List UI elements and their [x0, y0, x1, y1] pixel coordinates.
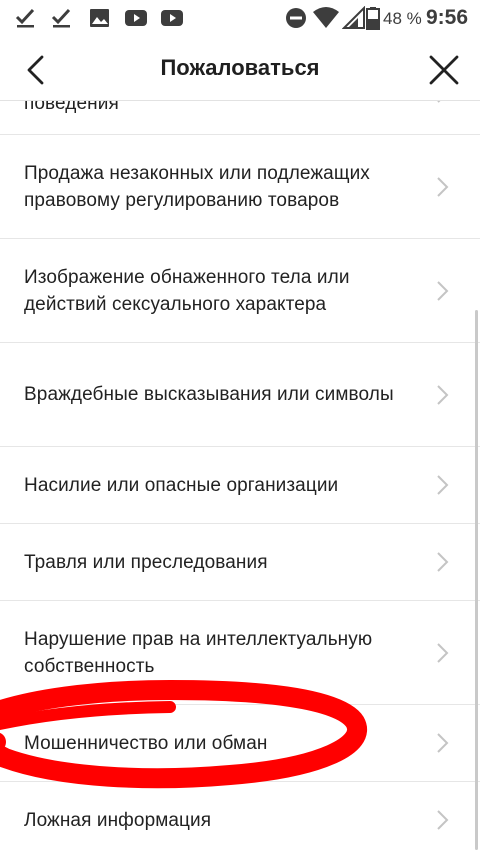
signal-icon	[342, 6, 365, 29]
chevron-right-icon	[437, 176, 449, 197]
close-button[interactable]	[424, 50, 464, 90]
list-item-label: Изображение обнаженного тела или действи…	[24, 266, 350, 315]
battery-icon	[366, 7, 380, 30]
app-header: Пожаловаться	[0, 38, 480, 101]
list-item[interactable]: поведения	[0, 101, 480, 135]
youtube-icon	[125, 10, 147, 26]
report-reasons-list: поведения Продажа незаконных или подлежа…	[0, 101, 480, 854]
chevron-right-icon	[437, 475, 449, 495]
scrollbar[interactable]	[475, 310, 478, 850]
chevron-right-icon	[437, 552, 449, 572]
chevron-right-icon	[437, 280, 449, 301]
list-item[interactable]: Продажа незаконных или подлежащих правов…	[0, 135, 480, 239]
chevron-right-icon	[437, 733, 449, 753]
chevron-right-icon	[437, 642, 449, 663]
check-done-icon	[15, 8, 35, 28]
list-item[interactable]: Враждебные высказывания или символы	[0, 343, 480, 447]
list-item-label: поведения	[24, 101, 119, 114]
list-item-label: Нарушение прав на интеллектуальную собст…	[24, 628, 373, 677]
list-item[interactable]: Мошенничество или обман	[0, 705, 480, 782]
chevron-right-icon	[437, 101, 440, 103]
wifi-icon	[313, 7, 339, 28]
report-screen: 48 % 9:56 Пожаловаться поведения Продажа…	[0, 0, 480, 854]
list-item[interactable]: Нарушение прав на интеллектуальную собст…	[0, 601, 480, 705]
chevron-right-icon	[437, 810, 449, 830]
status-bar: 48 % 9:56	[0, 0, 480, 38]
chevron-right-icon	[437, 384, 449, 405]
list-item[interactable]: Травля или преследования	[0, 524, 480, 601]
youtube-icon	[161, 10, 183, 26]
list-item-label: Враждебные высказывания или символы	[24, 384, 394, 405]
list-item-label: Мошенничество или обман	[24, 732, 268, 754]
close-icon	[429, 55, 459, 85]
list-item[interactable]: Изображение обнаженного тела или действи…	[0, 239, 480, 343]
list-item[interactable]: Ложная информация	[0, 782, 480, 854]
list-item-label: Травля или преследования	[24, 551, 268, 573]
do-not-disturb-icon	[286, 8, 306, 28]
image-icon	[90, 9, 109, 27]
list-item[interactable]: Насилие или опасные организации	[0, 447, 480, 524]
battery-percentage: 48 %	[383, 9, 422, 28]
list-item-label: Насилие или опасные организации	[24, 474, 339, 496]
status-time: 9:56	[426, 6, 469, 29]
page-title: Пожаловаться	[160, 55, 320, 80]
list-item-label: Продажа незаконных или подлежащих правов…	[24, 162, 370, 211]
list-item-label: Ложная информация	[24, 809, 212, 831]
check-done-icon	[51, 8, 71, 28]
